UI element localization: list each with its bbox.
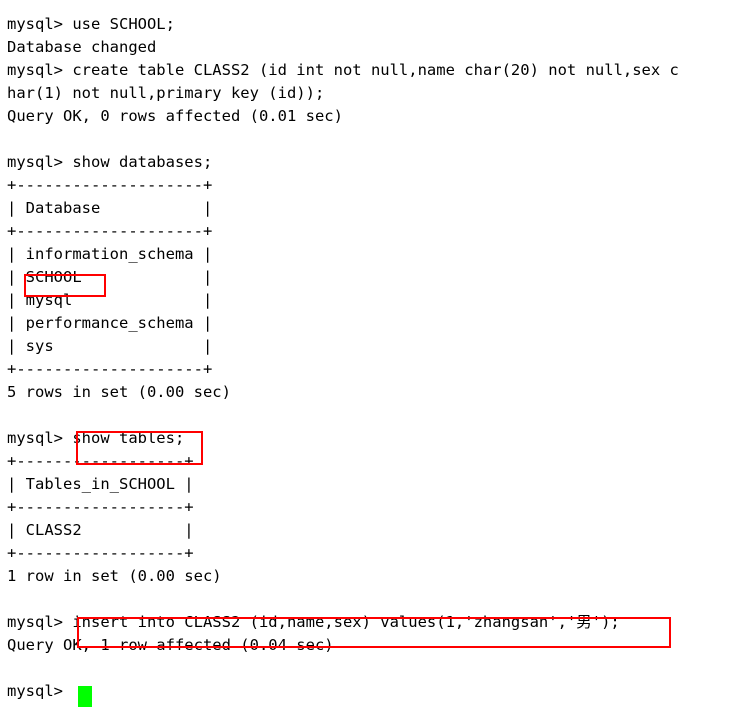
terminal-line: +--------------------+	[7, 222, 213, 240]
terminal-line: +------------------+	[7, 498, 194, 516]
terminal-line: mysql> show tables;	[7, 429, 185, 447]
terminal-line: | SCHOOL |	[7, 268, 213, 286]
terminal-line: +--------------------+	[7, 360, 213, 378]
terminal-output[interactable]: mysql> use SCHOOL; Database changed mysql>…	[7, 13, 737, 703]
terminal-line: | performance_schema |	[7, 314, 213, 332]
terminal-line: mysql> insert into CLASS2 (id,name,sex) …	[7, 613, 620, 631]
terminal-line: | information_schema |	[7, 245, 213, 263]
terminal-line: 1 row in set (0.00 sec)	[7, 567, 222, 585]
terminal-line: | CLASS2 |	[7, 521, 194, 539]
terminal-line: Database changed	[7, 38, 157, 56]
terminal-line: +------------------+	[7, 544, 194, 562]
text-cursor	[78, 686, 92, 707]
terminal-line: mysql>	[7, 682, 73, 700]
terminal-line: | mysql |	[7, 291, 213, 309]
terminal-line: | Database |	[7, 199, 213, 217]
terminal-line: mysql> create table CLASS2 (id int not n…	[7, 61, 679, 79]
terminal-line: +------------------+	[7, 452, 194, 470]
terminal-line: Query OK, 0 rows affected (0.01 sec)	[7, 107, 343, 125]
terminal-line: Query OK, 1 row affected (0.04 sec)	[7, 636, 334, 654]
terminal-line: | Tables_in_SCHOOL |	[7, 475, 194, 493]
terminal-line: har(1) not null,primary key (id));	[7, 84, 325, 102]
terminal-line: mysql> show databases;	[7, 153, 213, 171]
terminal-line: | sys |	[7, 337, 213, 355]
terminal-line: mysql> use SCHOOL;	[7, 15, 175, 33]
terminal-line: 5 rows in set (0.00 sec)	[7, 383, 231, 401]
terminal-line: +--------------------+	[7, 176, 213, 194]
